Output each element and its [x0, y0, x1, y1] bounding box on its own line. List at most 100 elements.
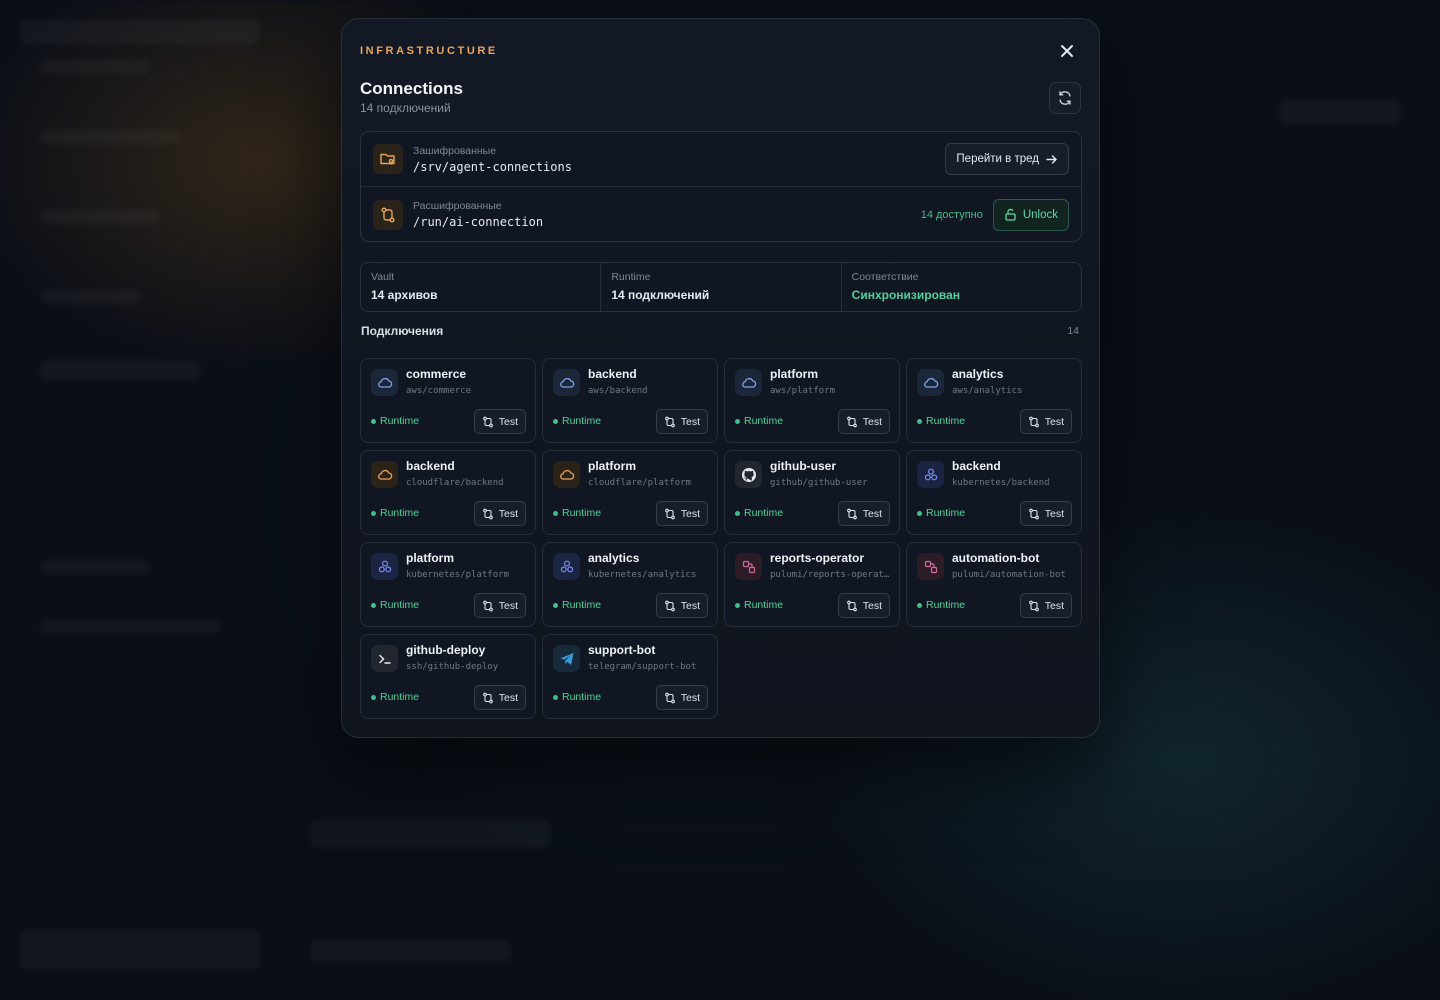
status-text: Runtime — [926, 599, 966, 611]
status-dot — [371, 510, 376, 516]
connection-name: backend — [588, 367, 637, 381]
go-to-thread-button[interactable]: Перейти в тред — [945, 143, 1069, 175]
test-flow-icon — [664, 600, 675, 611]
connection-card-pulumi-automation-bot[interactable]: automation-bot pulumi/automation-bot Run… — [906, 542, 1082, 627]
connection-status: Runtime — [371, 507, 419, 519]
test-button[interactable]: Test — [837, 501, 890, 526]
status-text: Runtime — [562, 599, 602, 611]
stat-label: Runtime — [611, 271, 651, 283]
test-flow-icon — [1028, 416, 1039, 427]
connection-name: support-bot — [588, 643, 656, 657]
test-flow-icon — [1028, 600, 1039, 611]
status-dot — [735, 602, 740, 608]
status-dot — [553, 694, 558, 700]
connection-status: Runtime — [735, 507, 783, 519]
connection-card-cf-platform[interactable]: platform cloudflare/platform Runtime Tes… — [542, 450, 718, 535]
connection-path: telegram/support-bot — [588, 662, 697, 672]
test-flow-icon — [846, 416, 857, 427]
decrypted-path: /run/ai-connection — [413, 215, 544, 229]
stat-label: Vault — [371, 271, 395, 283]
stat-runtime: Runtime 14 подключений — [601, 263, 842, 311]
stat-value: 14 архивов — [371, 288, 438, 302]
connection-path: kubernetes/backend — [952, 478, 1050, 488]
close-button[interactable] — [1057, 41, 1077, 61]
modal-title: Connections — [360, 79, 463, 98]
test-label: Test — [862, 599, 882, 612]
connection-card-k8s-backend[interactable]: backend kubernetes/backend Runtime Test — [906, 450, 1082, 535]
connection-status: Runtime — [553, 691, 601, 703]
connection-card-k8s-analytics[interactable]: analytics kubernetes/analytics Runtime T… — [542, 542, 718, 627]
test-button[interactable]: Test — [1019, 501, 1072, 526]
connection-card-tg-support-bot[interactable]: support-bot telegram/support-bot Runtime… — [542, 634, 718, 719]
status-dot — [553, 510, 558, 516]
status-dot — [917, 510, 922, 516]
status-text: Runtime — [380, 415, 420, 427]
connection-card-aws-commerce[interactable]: commerce aws/commerce Runtime Test — [360, 358, 536, 443]
test-button[interactable]: Test — [473, 593, 526, 618]
connection-name: reports-operator — [770, 551, 865, 565]
unlock-label: Unlock — [1022, 208, 1058, 221]
connection-status: Runtime — [371, 691, 419, 703]
test-label: Test — [498, 599, 518, 612]
test-button[interactable]: Test — [655, 501, 708, 526]
test-flow-icon — [664, 508, 675, 519]
connection-card-aws-backend[interactable]: backend aws/backend Runtime Test — [542, 358, 718, 443]
pulumi-icon — [735, 553, 762, 580]
status-dot — [917, 418, 922, 424]
connection-card-aws-analytics[interactable]: analytics aws/analytics Runtime Test — [906, 358, 1082, 443]
test-button[interactable]: Test — [473, 501, 526, 526]
folder-lock-icon — [373, 144, 403, 174]
test-button[interactable]: Test — [837, 593, 890, 618]
terminal-icon — [371, 645, 398, 672]
test-button[interactable]: Test — [655, 685, 708, 710]
connection-card-aws-platform[interactable]: platform aws/platform Runtime Test — [724, 358, 900, 443]
connection-card-gh-github-user[interactable]: github-user github/github-user Runtime T… — [724, 450, 900, 535]
test-label: Test — [862, 507, 882, 520]
key-flow-icon — [373, 199, 403, 230]
connection-card-cf-backend[interactable]: backend cloudflare/backend Runtime Test — [360, 450, 536, 535]
test-label: Test — [1044, 599, 1064, 612]
test-button[interactable]: Test — [655, 593, 708, 618]
test-label: Test — [680, 415, 700, 428]
test-button[interactable]: Test — [473, 685, 526, 710]
status-dot — [917, 602, 922, 608]
connection-path: pulumi/reports-operator — [770, 570, 894, 580]
connection-path: aws/backend — [588, 386, 648, 396]
test-flow-icon — [664, 416, 675, 427]
test-button[interactable]: Test — [1019, 409, 1072, 434]
refresh-button[interactable] — [1049, 82, 1081, 114]
test-flow-icon — [846, 508, 857, 519]
status-text: Runtime — [562, 691, 602, 703]
test-button[interactable]: Test — [655, 409, 708, 434]
test-button[interactable]: Test — [1019, 593, 1072, 618]
stat-vault: Vault 14 архивов — [361, 263, 602, 311]
test-flow-icon — [664, 692, 675, 703]
status-dot — [553, 418, 558, 424]
test-flow-icon — [482, 416, 493, 427]
available-count: 14 доступно — [920, 208, 983, 221]
test-flow-icon — [846, 600, 857, 611]
arrow-right-icon — [1046, 154, 1057, 164]
test-button[interactable]: Test — [837, 409, 890, 434]
connection-card-pulumi-reports-operator[interactable]: reports-operator pulumi/reports-operator… — [724, 542, 900, 627]
telegram-icon — [553, 645, 580, 672]
status-text: Runtime — [744, 599, 784, 611]
connection-status: Runtime — [917, 599, 965, 611]
status-text: Runtime — [380, 599, 420, 611]
cloud-icon — [917, 369, 944, 396]
unlock-button[interactable]: Unlock — [992, 198, 1069, 231]
connection-name: analytics — [588, 551, 640, 565]
cloud-icon — [735, 369, 762, 396]
connection-status: Runtime — [735, 599, 783, 611]
section-title: Подключения — [361, 324, 444, 338]
status-dot — [371, 694, 376, 700]
encrypted-path-row: Зашифрованные /srv/agent-connections Пер… — [361, 132, 1081, 187]
connections-grid: commerce aws/commerce Runtime Test backe… — [360, 358, 1082, 719]
test-button[interactable]: Test — [473, 409, 526, 434]
status-text: Runtime — [744, 507, 784, 519]
status-dot — [371, 418, 376, 424]
connection-card-k8s-platform[interactable]: platform kubernetes/platform Runtime Tes… — [360, 542, 536, 627]
connection-status: Runtime — [917, 415, 965, 427]
connection-card-ssh-github-deploy[interactable]: github-deploy ssh/github-deploy Runtime … — [360, 634, 536, 719]
stat-value: Синхронизирован — [851, 288, 961, 302]
